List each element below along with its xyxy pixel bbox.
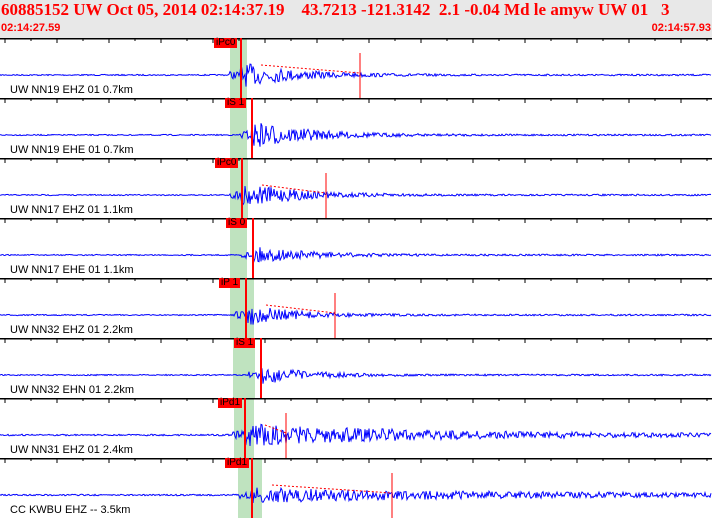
pick-label[interactable]: iS 1 <box>225 98 247 108</box>
channel-label: UW NN17 EHE 01 1.1km <box>10 264 134 276</box>
channel-panel[interactable]: iPc0 UW NN19 EHZ 01 0.7km <box>0 37 712 98</box>
pick-label[interactable]: iPd1 <box>225 458 250 468</box>
channel-label: UW NN19 EHZ 01 0.7km <box>10 84 133 96</box>
pick-label[interactable]: iPc0 <box>214 38 238 48</box>
channel-label: CC KWBU EHZ -- 3.5km <box>10 504 131 516</box>
channel-label: UW NN17 EHZ 01 1.1km <box>10 204 133 216</box>
channel-label: UW NN19 EHE 01 0.7km <box>10 144 134 156</box>
channel-panel[interactable]: iPd1 UW NN31 EHZ 01 2.4km <box>0 397 712 458</box>
channel-panel[interactable]: iPc0 UW NN17 EHZ 01 1.1km <box>0 157 712 218</box>
channel-label: UW NN32 EHZ 01 2.2km <box>10 324 133 336</box>
start-time: 02:14:27.59 <box>1 22 61 34</box>
channel-panel[interactable]: iS 1 UW NN19 EHE 01 0.7km <box>0 97 712 158</box>
channel-label: UW NN32 EHN 01 2.2km <box>10 384 135 396</box>
channel-panel[interactable]: iP 1 UW NN32 EHZ 01 2.2km <box>0 277 712 338</box>
channel-panel[interactable]: iS 0 UW NN17 EHE 01 1.1km <box>0 217 712 278</box>
event-title: 60885152 UW Oct 05, 2014 02:14:37.19 43.… <box>1 0 670 19</box>
channel-label: UW NN31 EHZ 01 2.4km <box>10 444 133 456</box>
event-header: 60885152 UW Oct 05, 2014 02:14:37.19 43.… <box>0 0 712 38</box>
end-time: 02:14:57.93 <box>651 22 711 34</box>
pick-label[interactable]: iS 1 <box>234 338 256 348</box>
pick-label[interactable]: iPc0 <box>215 158 239 168</box>
channel-panel[interactable]: iS 1 UW NN32 EHN 01 2.2km <box>0 337 712 398</box>
channel-panel[interactable]: iPd1 CC KWBU EHZ -- 3.5km <box>0 457 712 518</box>
pick-label[interactable]: iPd1 <box>218 398 243 408</box>
pick-label[interactable]: iS 0 <box>226 218 248 228</box>
pick-label[interactable]: iP 1 <box>219 278 241 288</box>
